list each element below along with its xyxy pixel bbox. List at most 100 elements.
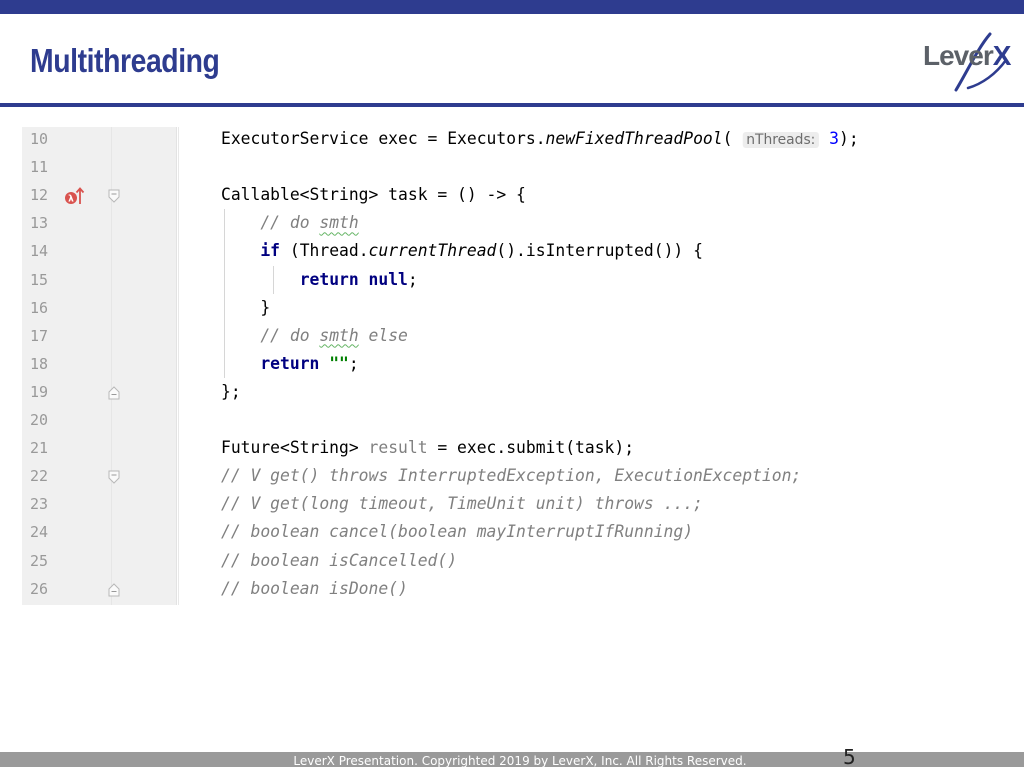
code-line[interactable]: 23 // V get(long timeout, TimeUnit unit) … [22,492,1002,520]
line-number: 17 [30,326,49,345]
code-text: // V get(long timeout, TimeUnit unit) th… [221,494,703,513]
code-text: // do smth [221,213,359,233]
fold-end-icon[interactable] [108,582,120,597]
code-line[interactable]: 20 [22,408,1002,436]
code-token: ( [722,129,743,148]
code-token: ().isInterrupted()) { [496,241,703,261]
indent-guide [273,265,274,294]
code-text: // V get() throws InterruptedException, … [221,466,801,485]
code-line[interactable]: 26 // boolean isDone() [22,577,1002,605]
fold-start-icon[interactable] [108,470,120,484]
code-line[interactable]: 13 // do smth [22,211,1002,239]
code-token: Future<String> [221,438,369,458]
code-token: // V get() throws InterruptedException, … [221,466,802,486]
code-token: } [221,297,271,317]
fold-end-icon[interactable] [108,386,120,400]
code-token: = exec.submit(task); [427,438,635,458]
lambda-implements-icon[interactable]: λ [64,183,86,207]
code-token: ); [838,129,859,148]
code-text: ExecutorService exec = Executors.newFixe… [221,129,859,148]
code-token: result [368,438,428,458]
code-token: "" [329,353,349,373]
code-text: Callable<String> task = () -> { [221,185,526,204]
code-line[interactable]: 24 // boolean cancel(boolean mayInterrupt… [22,520,1002,548]
line-number: 10 [30,130,49,148]
code-line[interactable]: 16 } [22,296,1002,324]
code-text: Future<String> result = exec.submit(task… [221,438,634,457]
code-token: Callable<String> task = () -> { [221,185,526,205]
footer-copyright: LeverX Presentation. Copyrighted 2019 by… [293,754,747,768]
code-token: // V get(long timeout, TimeUnit unit) th… [221,494,703,514]
code-token: if [260,241,281,261]
line-number: 14 [30,242,49,261]
code-line[interactable]: 14 if (Thread.currentThread().isInterrup… [22,239,1002,267]
parameter-hint: nThreads: [742,132,820,148]
code-text: if (Thread.currentThread().isInterrupted… [221,241,703,260]
code-text: return ""; [221,353,359,373]
code-token: ; [407,269,418,289]
code-token: // boolean isCancelled() [221,550,458,570]
code-token: return null [299,269,408,289]
code-line[interactable]: 12 Callable<String> task = () -> {λ [22,183,1002,211]
code-token: // do [260,213,320,233]
line-number: 22 [30,467,49,486]
code-token: }; [221,381,241,401]
code-text: return null; [221,270,418,289]
title-divider [0,103,1024,107]
line-number: 18 [30,354,49,373]
line-number: 24 [30,523,49,542]
code-token: // boolean cancel(boolean mayInterruptIf… [221,522,694,542]
line-number: 11 [30,158,49,177]
code-line[interactable]: 11 [22,155,1002,183]
leverx-logo: LeverX [920,30,1012,92]
page-number: 5 [843,745,856,769]
line-number: 25 [30,551,49,570]
logo-text-main: Lever [923,40,994,71]
logo-text-accent: X [992,40,1012,71]
code-editor: 10 ExecutorService exec = Executors.newFi… [22,127,1002,605]
line-number: 23 [30,495,49,514]
code-text: // do smth else [221,326,408,345]
code-text: // boolean cancel(boolean mayInterruptIf… [221,522,693,541]
slide-title: Multithreading [30,42,220,79]
line-number: 26 [30,579,49,598]
code-token: ; [348,353,359,373]
code-token: else [358,325,408,345]
code-token: newFixedThreadPool [545,129,723,148]
code-line[interactable]: 15 return null; [22,268,1002,296]
code-line[interactable]: 17 // do smth else [22,324,1002,352]
code-token: (Thread. [280,241,369,261]
svg-text:λ: λ [68,195,74,205]
code-token: smth [319,213,359,233]
code-token: smth [319,325,359,345]
code-line[interactable]: 22 // V get() throws InterruptedException… [22,464,1002,492]
code-line[interactable]: 21 Future<String> result = exec.submit(ta… [22,436,1002,464]
code-line[interactable]: 25 // boolean isCancelled() [22,549,1002,577]
code-token: // boolean isDone() [221,578,408,598]
fold-start-icon[interactable] [108,189,120,203]
line-number: 19 [30,382,49,401]
code-line[interactable]: 10 ExecutorService exec = Executors.newFi… [22,127,1002,155]
logo-wordmark: LeverX [923,40,1012,72]
code-token: currentThread [368,241,497,261]
line-number: 20 [30,411,49,429]
code-text: // boolean isDone() [221,579,408,598]
code-token: ExecutorService exec = Executors. [221,129,546,148]
code-token: 3 [829,129,839,148]
line-number: 13 [30,214,49,233]
code-line[interactable]: 18 return ""; [22,352,1002,380]
code-text: } [221,298,270,317]
code-token: // do [260,325,320,345]
line-number: 15 [30,270,49,289]
code-line[interactable]: 19}; [22,380,1002,408]
line-number: 16 [30,298,49,317]
indent-guide [224,209,225,378]
code-text: // boolean isCancelled() [221,551,457,570]
line-number: 21 [30,439,49,458]
